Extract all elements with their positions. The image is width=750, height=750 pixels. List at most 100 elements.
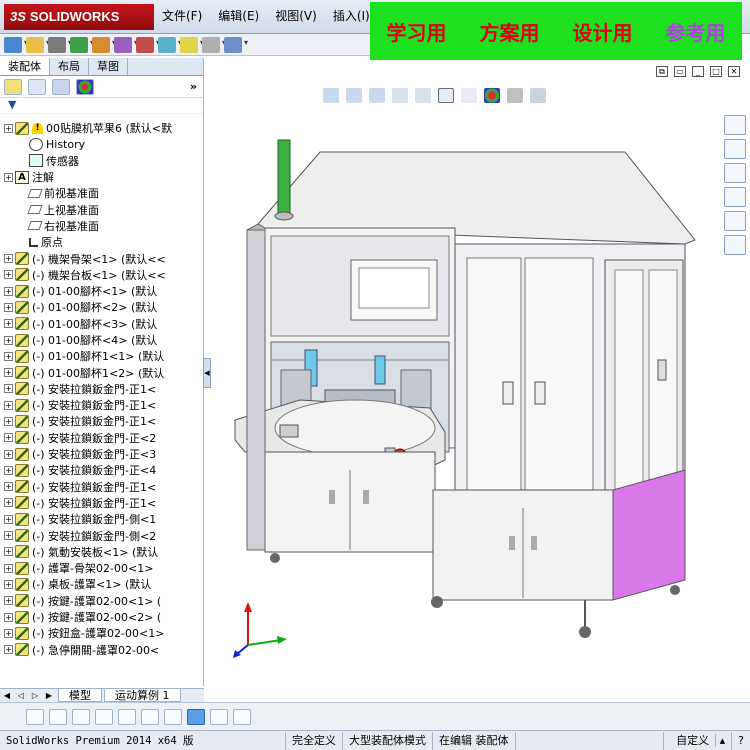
tree-item[interactable]: + (-) 01-00腳杯1<2> (默认 <box>0 364 200 380</box>
tree-item[interactable]: + (-) 急停開關-護罩02-00< <box>0 642 200 658</box>
axis-icon[interactable] <box>164 708 182 725</box>
tree-item[interactable]: + (-) 安裝拉鎖鈑金門-正1< <box>0 495 200 511</box>
tree-item[interactable]: + (-) 氣動安裝板<1> (默认 <box>0 544 200 560</box>
save-icon[interactable] <box>48 36 72 53</box>
move-component-icon[interactable] <box>114 36 138 53</box>
mate-icon[interactable] <box>70 36 94 53</box>
expand-icon[interactable]: + <box>4 645 13 655</box>
tree-item[interactable]: + (-) 安裝拉鎖鈑金門-正1< <box>0 397 200 413</box>
tree-item[interactable]: 前视基准面 <box>0 185 200 201</box>
tab-scroll-prev-icon[interactable]: ◁ <box>14 689 28 702</box>
expand-icon[interactable]: + <box>4 351 13 361</box>
tree-item[interactable]: + (-) 機架骨架<1> (默认<< <box>0 250 200 266</box>
tree-item[interactable]: + (-) 01-00腳杯<1> (默认 <box>0 283 200 299</box>
tree-item[interactable]: + (-) 護罩-骨架02-00<1> <box>0 560 200 576</box>
reference-geometry-icon[interactable] <box>180 36 204 53</box>
expand-icon[interactable]: + <box>4 433 13 443</box>
align-icon[interactable] <box>141 708 159 725</box>
expand-icon[interactable]: + <box>4 531 13 541</box>
expand-icon[interactable]: + <box>4 482 13 492</box>
tree-item[interactable]: 原点 <box>0 234 200 250</box>
tree-item[interactable]: + A 注解 <box>0 169 200 185</box>
tree-item[interactable]: 传感器 <box>0 153 200 169</box>
expand-icon[interactable]: + <box>4 319 13 329</box>
expand-icon[interactable]: + <box>4 400 13 410</box>
tree-item[interactable]: + (-) 安裝拉鎖鈑金門-正<2 <box>0 430 200 446</box>
expand-icon[interactable]: + <box>4 302 13 312</box>
interference-detection-icon[interactable] <box>224 36 248 53</box>
hide-lines-icon[interactable] <box>26 708 44 725</box>
tree-item[interactable]: History <box>0 136 200 152</box>
tree-item[interactable]: + (-) 01-00腳杯1<1> (默认 <box>0 348 200 364</box>
expand-icon[interactable]: + <box>4 416 13 426</box>
menu-view[interactable]: 视图(V) <box>267 8 325 24</box>
tree-item[interactable]: + (-) 安裝拉鎖鈑金門-正<4 <box>0 462 200 478</box>
exploded-view-icon[interactable] <box>202 36 226 53</box>
tab-model[interactable]: 模型 <box>58 689 102 702</box>
tab-scroll-first-icon[interactable]: ◀ <box>0 689 14 702</box>
expand-icon[interactable]: + <box>4 449 13 459</box>
menu-file[interactable]: 文件(F) <box>154 8 210 24</box>
expand-icon[interactable]: + <box>4 612 13 622</box>
grid-icon[interactable] <box>210 708 228 725</box>
expand-icon[interactable]: + <box>4 465 13 475</box>
tree-item[interactable]: 上视基准面 <box>0 201 200 217</box>
expand-icon[interactable]: + <box>4 123 13 133</box>
expand-icon[interactable]: + <box>4 384 13 394</box>
smart-fasteners-icon[interactable] <box>136 36 160 53</box>
insert-component-icon[interactable] <box>92 36 116 53</box>
units-custom[interactable]: 自定义 ▴ <box>663 731 733 750</box>
tree-item[interactable]: + (-) 桌板-護罩<1> (默认 <box>0 576 200 592</box>
expand-icon[interactable]: + <box>4 172 13 182</box>
tree-item[interactable]: +! 00贴膜机苹果6 (默认<默 <box>0 120 200 136</box>
tree-item[interactable]: + (-) 按鈕盒-護罩02-00<1> <box>0 625 200 641</box>
table-icon[interactable] <box>95 708 113 725</box>
tree-item[interactable]: + (-) 按鍵-護罩02-00<2> ( <box>0 609 200 625</box>
tree-item[interactable]: + (-) 安裝拉鎖鈑金門-正1< <box>0 413 200 429</box>
tab-motion-study[interactable]: 运动算例 1 <box>104 689 181 702</box>
solidworks-logo[interactable]: 3S SOLIDWORKS <box>4 4 154 30</box>
list-icon[interactable] <box>118 708 136 725</box>
tab-scroll-last-icon[interactable]: ▶ <box>42 689 56 702</box>
view-cube-icon[interactable] <box>187 708 205 725</box>
shaded-icon[interactable] <box>49 708 67 725</box>
tab-sketch[interactable]: 草图 <box>89 58 128 75</box>
tree-item[interactable]: + (-) 安裝拉鎖鈑金門-側<2 <box>0 527 200 543</box>
expand-icon[interactable]: + <box>4 628 13 638</box>
tree-item[interactable]: + (-) 安裝拉鎖鈑金門-正1< <box>0 479 200 495</box>
display-manager-icon[interactable] <box>76 78 94 95</box>
tree-item[interactable]: + (-) 01-00腳杯<4> (默认 <box>0 332 200 348</box>
filter-icon[interactable]: ▼ <box>8 98 16 111</box>
expand-icon[interactable]: + <box>4 286 13 296</box>
tab-scroll-next-icon[interactable]: ▷ <box>28 689 42 702</box>
more-tabs-icon[interactable]: » <box>190 80 197 93</box>
expand-icon[interactable]: + <box>4 368 13 378</box>
expand-icon[interactable]: + <box>4 270 13 280</box>
tree-item[interactable]: + (-) 安裝拉鎖鈑金門-正<3 <box>0 446 200 462</box>
tree-item[interactable]: + (-) 按鍵-護罩02-00<1> ( <box>0 593 200 609</box>
menu-edit[interactable]: 编辑(E) <box>210 8 267 24</box>
graphics-area[interactable]: ⧉ ▭ _ □ ✕ ◀ <box>203 60 750 702</box>
open-folder-icon[interactable] <box>26 36 50 53</box>
feature-manager-icon[interactable] <box>4 78 22 95</box>
tree-item[interactable]: + (-) 01-00腳杯<3> (默认 <box>0 316 200 332</box>
expand-icon[interactable]: + <box>4 596 13 606</box>
expand-icon[interactable]: + <box>4 547 13 557</box>
tree-item[interactable]: 右视基准面 <box>0 218 200 234</box>
property-manager-icon[interactable] <box>28 78 46 95</box>
expand-icon[interactable]: + <box>4 254 13 264</box>
expand-icon[interactable]: + <box>4 335 13 345</box>
expand-icon[interactable]: + <box>4 498 13 508</box>
tree-item[interactable]: + (-) 01-00腳杯<2> (默认 <box>0 299 200 315</box>
configuration-manager-icon[interactable] <box>52 78 70 95</box>
expand-icon[interactable]: + <box>4 563 13 573</box>
help-icon[interactable]: ? <box>732 732 750 750</box>
render-icon[interactable] <box>233 708 251 725</box>
tree-item[interactable]: + (-) 機架台板<1> (默认<< <box>0 267 200 283</box>
new-document-icon[interactable] <box>4 36 28 53</box>
tree-item[interactable]: + (-) 安裝拉鎖鈑金門-側<1 <box>0 511 200 527</box>
assembly-features-icon[interactable] <box>158 36 182 53</box>
tab-assembly[interactable]: 装配体 <box>0 58 50 75</box>
expand-icon[interactable]: + <box>4 514 13 524</box>
expand-icon[interactable]: + <box>4 579 13 589</box>
